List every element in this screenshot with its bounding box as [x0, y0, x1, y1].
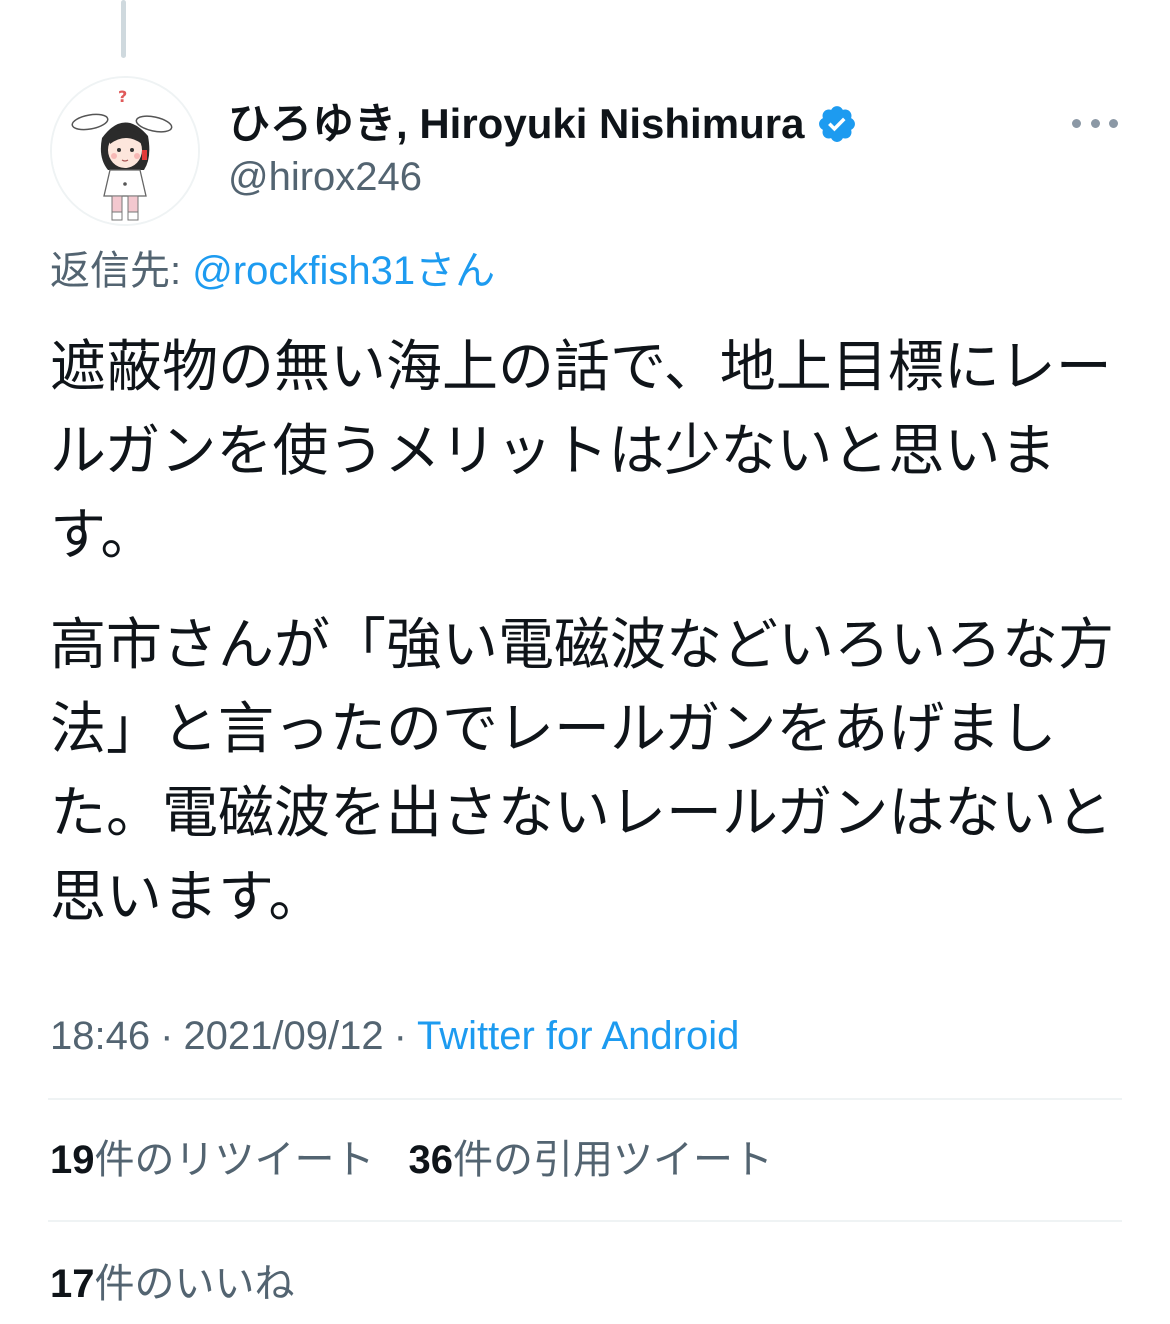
likes-stats-row: 17件のいいね: [50, 1258, 329, 1310]
likes-stat[interactable]: 17件のいいね: [50, 1258, 295, 1310]
tweet-date[interactable]: 2021/09/12: [183, 1014, 383, 1058]
more-dot: [1090, 118, 1100, 128]
reply-mention-link[interactable]: @rockfish31さん: [192, 249, 495, 293]
avatar-bunny-character-icon: ?: [52, 78, 198, 224]
like-label: 件のいいね: [94, 1262, 295, 1306]
svg-text:?: ?: [118, 87, 127, 106]
replying-to-prefix: 返信先:: [50, 249, 193, 293]
engagement-stats-row: 19件のリツイート 36件の引用ツイート: [50, 1134, 807, 1186]
more-dot: [1109, 118, 1118, 128]
like-count: 17: [50, 1262, 95, 1306]
tweet-source-link[interactable]: Twitter for Android: [417, 1014, 739, 1058]
tweet-paragraph: 高市さんが「強い電磁波などいろいろな方法」と言ったのでレールガンをあげました。電…: [50, 613, 1114, 930]
replying-to: 返信先: @rockfish31さん: [50, 246, 495, 296]
avatar[interactable]: ?: [50, 76, 200, 226]
retweet-count: 19: [50, 1138, 95, 1182]
more-options-icon[interactable]: [1072, 108, 1118, 138]
quote-count: 36: [408, 1138, 454, 1182]
quote-tweets-stat[interactable]: 36件の引用ツイート: [409, 1134, 774, 1186]
tweet-paragraph: 遮蔽物の無い海上の話で、地上目標にレールガンを使うメリットは少ないと思います。: [50, 335, 1112, 568]
thread-connector-line: [121, 0, 126, 58]
author-display-name[interactable]: ひろゆき, Hiroyuki Nishimura: [228, 98, 804, 150]
verified-badge-icon: [816, 103, 858, 145]
divider: [48, 1220, 1122, 1222]
tweet-time[interactable]: 18:46: [50, 1014, 150, 1058]
divider: [48, 1098, 1122, 1100]
more-dot: [1072, 118, 1081, 128]
meta-separator: ·: [160, 1014, 174, 1058]
retweet-label: 件のリツイート: [94, 1138, 375, 1182]
reply-mention-handle[interactable]: @rockfish31: [192, 249, 415, 293]
quote-label: 件の引用ツイート: [453, 1138, 773, 1182]
retweets-stat[interactable]: 19件のリツイート: [50, 1134, 375, 1186]
reply-mention-suffix[interactable]: さん: [415, 249, 495, 293]
meta-separator: ·: [393, 1014, 407, 1058]
author-name-row[interactable]: ひろゆき, Hiroyuki Nishimura: [228, 98, 858, 150]
tweet-text: 遮蔽物の無い海上の話で、地上目標にレールガンを使うメリットは少ないと思います。 …: [50, 326, 1130, 966]
author-handle[interactable]: @hirox246: [228, 152, 422, 202]
tweet-metadata: 18:46 · 2021/09/12 · Twitter for Android: [50, 1010, 739, 1062]
